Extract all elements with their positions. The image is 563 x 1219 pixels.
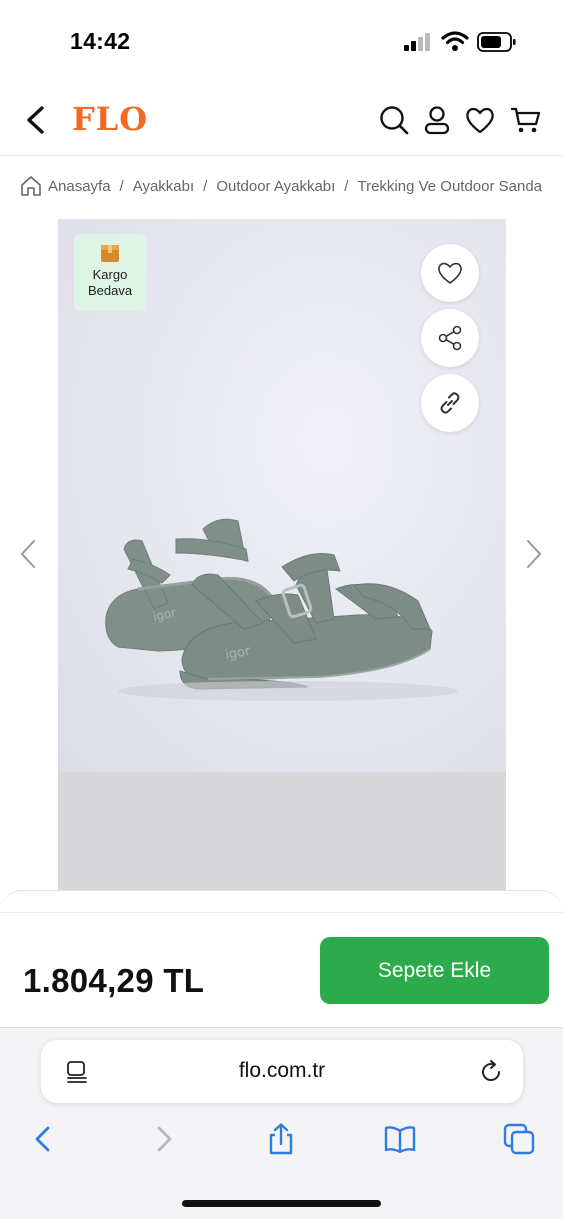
browser-back-icon[interactable] [26,1122,60,1156]
wifi-icon [441,31,469,51]
share-icon [438,325,462,351]
next-image-arrow-icon[interactable] [522,538,546,570]
copy-link-button[interactable] [421,374,479,432]
breadcrumb-separator: / [344,177,349,195]
back-icon[interactable] [22,104,50,136]
search-icon[interactable] [378,104,410,136]
product-gallery[interactable]: igor igor Kargo Bedava [58,219,506,891]
cart-icon[interactable] [510,104,542,136]
breadcrumb-trekking-sandals[interactable]: Trekking Ve Outdoor Sandalet [357,178,543,195]
site-header: FLO [0,84,563,156]
box-icon [101,245,119,262]
bottom-sheet [0,890,563,930]
previous-image-arrow-icon[interactable] [16,538,40,570]
browser-bookmarks-icon[interactable] [383,1122,417,1156]
breadcrumb-separator: / [119,177,124,195]
heart-icon [438,262,462,284]
add-to-cart-button[interactable]: Sepete Ekle [320,937,549,1004]
free-shipping-badge: Kargo Bedava [74,234,146,311]
breadcrumb-shoes[interactable]: Ayakkabı [133,178,194,195]
address-bar[interactable]: flo.com.tr [41,1040,523,1103]
status-time: 14:42 [70,28,131,54]
signal-icon [404,33,430,51]
divider [0,912,563,913]
url-text[interactable]: flo.com.tr [41,1059,523,1083]
breadcrumb-separator: / [203,177,208,195]
browser-share-icon[interactable] [264,1122,298,1156]
breadcrumb-outdoor-shoes[interactable]: Outdoor Ayakkabı [216,178,335,195]
product-price: 1.804,29 TL [23,962,205,999]
reload-icon[interactable] [478,1059,504,1085]
home-icon[interactable] [20,175,42,197]
browser-toolbar: flo.com.tr [0,1027,563,1219]
badge-text-line2: Bedava [87,283,133,298]
home-indicator[interactable] [182,1200,381,1207]
badge-text-line1: Kargo [92,267,128,282]
battery-icon [477,32,516,52]
breadcrumb: Anasayfa / Ayakkabı / Outdoor Ayakkabı /… [20,172,543,200]
favorite-button[interactable] [421,244,479,302]
link-icon [440,392,460,414]
user-icon[interactable] [421,104,453,136]
share-button[interactable] [421,309,479,367]
breadcrumb-home[interactable]: Anasayfa [48,178,111,195]
browser-tabs-icon[interactable] [502,1122,536,1156]
flo-logo[interactable]: FLO [72,100,148,138]
status-bar: 14:42 [0,0,563,84]
heart-icon[interactable] [464,104,496,136]
browser-forward-icon[interactable] [147,1122,181,1156]
